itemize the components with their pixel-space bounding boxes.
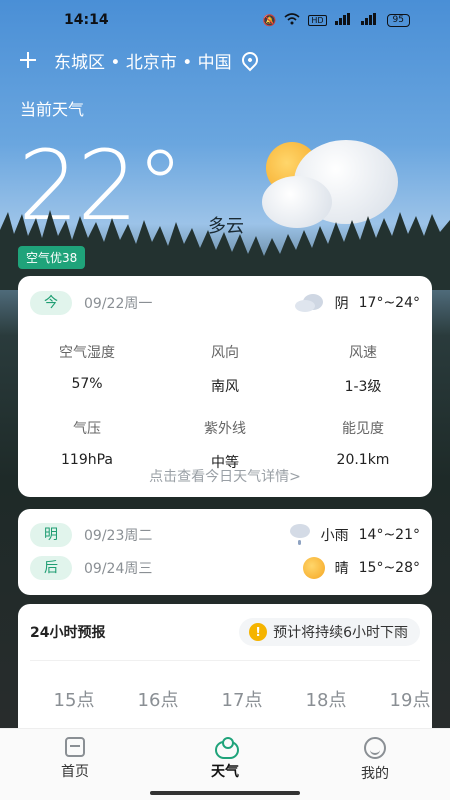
nav-weather[interactable]: 天气 [150,729,300,800]
forecast-row-day-after[interactable]: 后 09/24周三 晴 15°~28° [30,556,420,580]
hd-icon: HD [308,15,327,26]
today-range: 17°~24° [358,295,420,311]
forecast-tag: 明 [30,523,72,547]
location-row: 东城区 • 北京市 • 中国 [18,48,261,73]
metric-value: 57% [71,376,103,392]
bottom-nav: 首页 天气 我的 [0,728,450,800]
battery-indicator: 95 [386,14,410,27]
hourly-card: 24小时预报 ! 预计将持续6小时下雨 15点 16点 17点 18点 19点 [18,604,432,744]
info-icon: ! [249,623,268,641]
metric-pressure: 气压 119hPa [18,418,156,472]
hourly-header: 24小时预报 ! 预计将持续6小时下雨 [30,618,420,646]
forecast-tag: 后 [30,556,72,580]
today-card[interactable]: 今 09/22周一 阴 17°~24° 空气湿度 57% 风向 南风 风速 1-… [18,276,432,497]
forecast-date: 09/24周三 [84,561,153,577]
metric-value: 南风 [211,379,239,395]
hour-item: 15点 [53,690,95,711]
metric-value: 1-3级 [344,379,382,395]
forecast-condition: 小雨 [320,528,349,544]
today-condition: 阴 [334,296,349,312]
metric-uv: 紫外线 中等 [156,418,294,472]
today-tag: 今 [30,291,72,315]
metric-label: 风速 [349,345,377,361]
hour-list[interactable]: 15点 16点 17点 18点 19点 [32,686,432,712]
metric-label: 紫外线 [204,421,246,437]
profile-icon [364,737,386,759]
overcast-icon [294,294,325,312]
divider [30,660,420,661]
metric-label: 空气湿度 [59,345,115,361]
status-bar: 14:14 🔕 HD 95 [0,0,450,40]
nav-label: 首页 [61,764,89,780]
nav-home[interactable]: 首页 [0,729,150,800]
current-weather-label: 当前天气 [20,100,85,119]
forecast-date: 09/23周二 [84,528,153,544]
signal-icon [360,13,379,28]
metric-humidity: 空气湿度 57% [18,342,156,396]
rain-notice[interactable]: ! 预计将持续6小时下雨 [239,618,420,646]
home-indicator[interactable] [150,791,300,795]
home-icon [65,737,85,757]
location-text[interactable]: 东城区 • 北京市 • 中国 [54,48,232,73]
bell-off-icon: 🔕 [262,14,277,27]
today-row: 今 09/22周一 阴 17°~24° [30,290,420,316]
today-detail-link[interactable]: 点击查看今日天气详情> [18,466,432,486]
current-condition: 多云 [208,216,244,237]
signal-icon [334,13,353,28]
hour-item: 16点 [137,690,179,711]
aqi-badge[interactable]: 空气优38 [18,246,86,269]
metric-wind-speed: 风速 1-3级 [294,342,432,396]
hour-item: 19点 [389,690,431,711]
nav-label: 天气 [211,764,239,780]
add-city-icon[interactable] [18,50,38,70]
metric-label: 风向 [211,345,239,361]
metric-label: 能见度 [342,421,384,437]
today-metrics: 空气湿度 57% 风向 南风 风速 1-3级 气压 119hPa 紫外线 中等 [18,342,432,472]
rain-notice-text: 预计将持续6小时下雨 [273,625,408,641]
forecast-row-tomorrow[interactable]: 明 09/23周二 小雨 14°~21° [30,523,420,547]
hour-item: 17点 [221,690,263,711]
wifi-icon [284,13,300,28]
forecast-range: 15°~28° [358,560,420,576]
metric-label: 气压 [73,421,101,437]
weather-icon [213,737,239,759]
nav-label: 我的 [361,766,389,782]
metric-visibility: 能见度 20.1km [294,418,432,472]
today-date: 09/22周一 [84,296,153,312]
hourly-title: 24小时预报 [30,625,106,641]
hour-item: 18点 [305,690,347,711]
light-rain-icon [287,524,311,546]
status-time: 14:14 [64,12,109,28]
forecast-card: 明 09/23周二 小雨 14°~21° 后 09/24周三 晴 15°~28° [18,509,432,595]
nav-profile[interactable]: 我的 [300,729,450,800]
status-icons: 🔕 HD 95 [263,13,410,28]
sunny-icon [302,557,325,579]
location-pin-icon[interactable] [238,48,261,72]
forecast-range: 14°~21° [358,527,420,543]
forecast-condition: 晴 [334,561,349,577]
metric-wind-direction: 风向 南风 [156,342,294,396]
